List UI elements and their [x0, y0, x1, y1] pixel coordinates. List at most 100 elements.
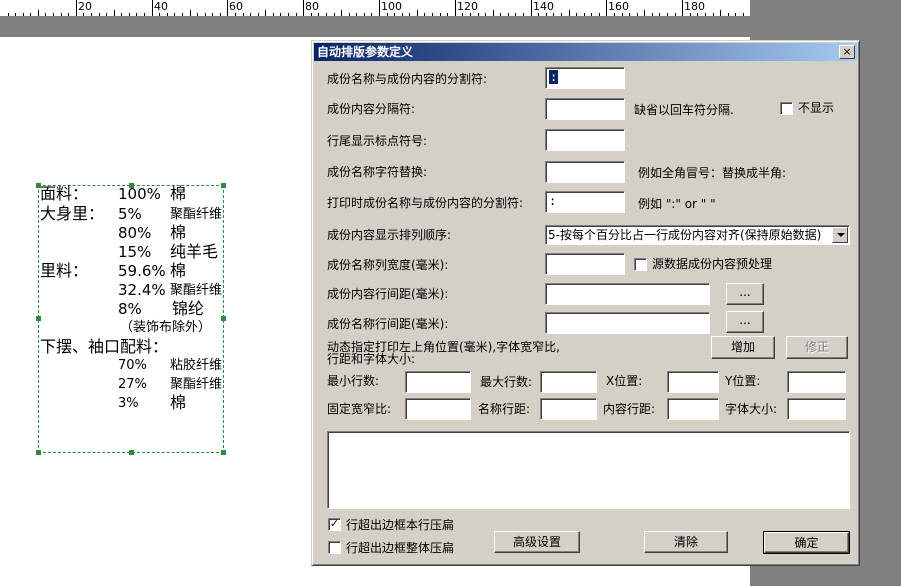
ruler-tick	[417, 10, 418, 16]
line-1-name: 面料：	[40, 184, 89, 203]
name-spacing-input[interactable]	[545, 312, 710, 334]
close-icon[interactable]: ×	[839, 45, 855, 59]
line-4-pct: 15%	[118, 243, 152, 261]
hide-checkbox[interactable]	[780, 102, 793, 115]
resize-handle-b[interactable]	[129, 450, 134, 455]
line-5-name: 里料：	[40, 261, 89, 280]
line-2-name: 大身里：	[40, 204, 105, 223]
chevron-down-icon[interactable]	[832, 227, 848, 243]
line-11-fiber: 聚酯纤维	[170, 377, 223, 392]
ruler-tick	[561, 13, 562, 16]
ruler-tick	[227, 0, 228, 16]
ruler-tick	[591, 13, 592, 16]
ruler-tick	[303, 0, 304, 16]
line-6-fiber: 聚酯纤维	[170, 283, 223, 298]
print-sep-input[interactable]: :	[545, 191, 625, 213]
order-select[interactable]: 5-按每个百分比占一行成份内容对齐(保持原始数据)	[545, 225, 850, 245]
line-6-pct: 32.4%	[118, 281, 166, 299]
content-spacing-browse-button[interactable]: ...	[726, 283, 764, 305]
ruler-tick	[144, 13, 145, 16]
ruler-tick	[675, 13, 676, 16]
min-rows-input[interactable]	[405, 371, 471, 393]
ruler-tick	[296, 13, 297, 16]
content-spacing-input[interactable]	[545, 283, 710, 305]
font-size-input[interactable]	[787, 398, 846, 420]
modify-button[interactable]: 修正	[786, 336, 848, 359]
separator-input[interactable]: :	[545, 67, 625, 89]
max-rows-input[interactable]	[540, 371, 597, 393]
name-width-input[interactable]	[545, 253, 625, 275]
ruler-tick	[743, 13, 744, 16]
resize-handle-bl[interactable]	[36, 450, 41, 455]
ruler-tick	[538, 13, 539, 16]
line-5-fiber: 棉	[170, 261, 187, 280]
ruler-tick	[546, 13, 547, 16]
ruler-tick	[15, 13, 16, 16]
ruler-tick	[455, 0, 456, 16]
ruler-tick	[334, 13, 335, 16]
dynamic-settings-list[interactable]	[327, 431, 850, 509]
ruler-tick	[500, 13, 501, 16]
preprocess-checkbox[interactable]	[634, 258, 647, 271]
line-12-fiber: 棉	[170, 393, 187, 412]
line-2-pct: 5%	[118, 205, 142, 223]
ruler-tick	[364, 13, 365, 16]
print-sep-hint: 例如 ":" or " "	[638, 197, 716, 211]
auto-layout-dialog: 自动排版参数定义 × 成份名称与成份内容的分割符: : 成份内容分隔符: 缺省以…	[311, 40, 860, 566]
name-spacing-browse-button[interactable]: ...	[726, 311, 764, 333]
resize-handle-br[interactable]	[221, 450, 226, 455]
compress-all-checkbox[interactable]	[328, 541, 341, 554]
ruler-tick	[311, 13, 312, 16]
content-row-input[interactable]	[667, 398, 719, 420]
advanced-settings-button[interactable]: 高级设置	[494, 531, 580, 553]
add-button[interactable]: 增加	[711, 336, 775, 359]
ok-button[interactable]: 确定	[763, 531, 850, 554]
ruler-label: 60	[229, 0, 243, 13]
ruler-tick	[720, 10, 721, 16]
ruler-tick	[493, 10, 494, 16]
ruler-tick	[515, 13, 516, 16]
y-pos-input[interactable]	[787, 371, 846, 393]
ruler-tick	[288, 13, 289, 16]
name-row-label: 名称行距:	[478, 402, 531, 416]
line-3-fiber: 棉	[170, 223, 187, 242]
ruler-tick	[644, 10, 645, 16]
ruler-tick	[197, 13, 198, 16]
ruler-label: 100	[381, 0, 402, 13]
line-end-input[interactable]	[545, 129, 625, 151]
ruler-tick	[409, 13, 410, 16]
compress-line-checkbox[interactable]: ✓	[328, 518, 341, 531]
ruler-tick	[371, 13, 372, 16]
ruler-tick	[212, 13, 213, 16]
resize-handle-l[interactable]	[36, 316, 41, 321]
content-sep-label: 成份内容分隔符:	[327, 102, 416, 116]
resize-handle-r[interactable]	[221, 316, 226, 321]
ruler-label: 140	[533, 0, 554, 13]
x-pos-input[interactable]	[667, 371, 719, 393]
ruler-tick	[531, 0, 532, 16]
ruler-tick	[349, 13, 350, 16]
content-sep-input[interactable]	[545, 98, 625, 120]
dialog-titlebar[interactable]: 自动排版参数定义 ×	[314, 43, 857, 61]
ruler-tick	[91, 13, 92, 16]
ruler-tick	[614, 13, 615, 16]
ruler-tick	[167, 13, 168, 16]
ruler-label: 120	[457, 0, 478, 13]
ruler-tick	[697, 13, 698, 16]
clear-button[interactable]: 清除	[644, 531, 728, 553]
ruler-tick	[68, 13, 69, 16]
resize-handle-tr[interactable]	[221, 183, 226, 188]
fixed-ratio-input[interactable]	[405, 398, 471, 420]
line-1-pct: 100%	[118, 185, 161, 203]
ruler-label: 160	[608, 0, 629, 13]
fixed-ratio-label: 固定宽窄比:	[327, 402, 392, 416]
name-replace-input[interactable]	[545, 161, 625, 183]
ruler-tick	[470, 13, 471, 16]
ruler-tick	[440, 13, 441, 16]
ruler-tick	[690, 13, 691, 16]
name-width-label: 成份名称列宽度(毫米):	[327, 258, 449, 272]
ruler-tick	[30, 13, 31, 16]
dynamic-label-line2: 行距和字体大小:	[327, 352, 416, 366]
name-row-input[interactable]	[540, 398, 597, 420]
ruler-tick	[485, 13, 486, 16]
